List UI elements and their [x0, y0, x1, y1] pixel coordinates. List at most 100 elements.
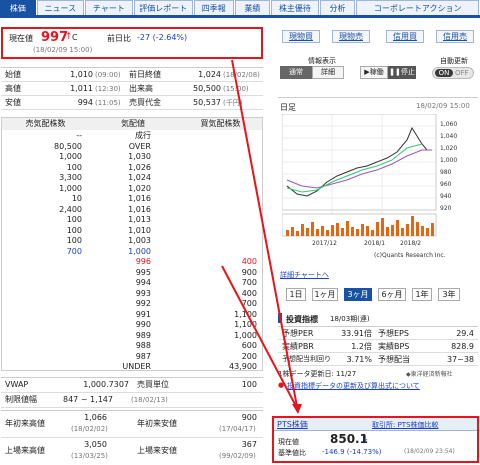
tab-analysis[interactable]: 分析 — [319, 0, 356, 15]
quote-price: 987 — [135, 351, 151, 361]
period-1m-button[interactable]: 1ヶ月 — [312, 288, 338, 301]
tab-news[interactable]: ニュース — [36, 0, 85, 15]
per-value: 33.91倍 — [341, 329, 372, 338]
per-label: 予想PER — [282, 329, 314, 338]
sell-qty-header: 売気配株数 — [25, 119, 66, 128]
normal-view-button[interactable]: 通常 — [280, 66, 312, 79]
vwap-row: VWAP 1,000.7307 売買単位 100 — [1, 378, 263, 393]
auto-update-label: 自動更新 — [440, 57, 468, 65]
chart-date: 18/02/09 15:00 — [416, 102, 470, 110]
quote-price: 1,026 — [128, 162, 151, 172]
daily-chart-panel: 日足 18/02/09 15:00 1,060 1,040 1,020 1,00… — [278, 97, 478, 279]
pbr-label: 実績PBR — [282, 342, 314, 351]
cash-sell-button[interactable]: 現物売 — [332, 30, 370, 43]
buy-qty: 200 — [241, 351, 257, 361]
detail-chart-link[interactable]: 詳細チャートへ — [280, 270, 329, 280]
period-6m-button[interactable]: 6ヶ月 — [378, 288, 406, 301]
volume-bar — [306, 228, 309, 236]
quote-price: 1,003 — [128, 236, 151, 245]
y-tick: 1,060 — [440, 121, 457, 128]
quote-price: OVER — [128, 141, 151, 151]
margin-buy-button[interactable]: 信用買 — [386, 30, 424, 43]
period-1y-button[interactable]: 1年 — [412, 288, 432, 301]
info-display-label: 情報表示 — [308, 57, 336, 65]
pts-title-link[interactable]: PTS株価 — [277, 419, 308, 430]
info-icon: ● — [278, 381, 285, 389]
bps-value: 828.9 — [451, 342, 474, 351]
quote-price: 991 — [135, 309, 151, 319]
price-header: 気配値 — [121, 119, 145, 128]
order-book-row: 988 600 — [2, 340, 262, 351]
pts-compare-link[interactable]: 取引所: PTS株価比較 — [372, 420, 439, 430]
ytd-low-date: (17/04/17) — [219, 425, 256, 433]
y-tick: 1,040 — [440, 133, 457, 140]
order-book-row: 989 1,000 — [2, 330, 262, 341]
prev-close-date: (18/02/08) — [223, 71, 260, 79]
y-tick: 1,020 — [440, 145, 457, 152]
order-book-row: 1,000 1,020 — [2, 183, 262, 194]
tab-benefits[interactable]: 株主優待 — [271, 0, 319, 15]
order-book-row: 992 700 — [2, 298, 262, 309]
price-chart[interactable]: 1,060 1,040 1,020 1,000 980 960 940 920 … — [282, 114, 478, 268]
x-tick: 2018/1 — [364, 240, 385, 247]
volume-value: 50,500 — [193, 84, 221, 93]
volume-bar — [401, 228, 404, 236]
buy-qty: 400 — [241, 257, 257, 266]
order-book-row: 987 200 — [2, 351, 262, 362]
period-3m-button[interactable]: 3ヶ月 — [344, 288, 372, 301]
quote-price: 992 — [135, 299, 151, 308]
volume-bar — [336, 223, 339, 236]
order-book-row: 996 400 — [2, 256, 262, 267]
alltime-low-label: 上場来安値 — [137, 446, 177, 455]
open-label: 始値 — [5, 70, 21, 79]
volume-bar — [396, 220, 399, 236]
open-value: 1,010 — [70, 70, 93, 79]
quote-price: 1,016 — [128, 204, 151, 214]
quote-price: 1,013 — [128, 215, 151, 224]
order-book-row: 990 1,100 — [2, 319, 262, 330]
order-book-row: 995 900 — [2, 267, 262, 278]
sell-qty: 100 — [66, 162, 82, 172]
tab-report[interactable]: 評価レポート — [133, 0, 193, 15]
volume-bar — [381, 218, 384, 236]
tab-shikiho[interactable]: 四季報 — [193, 0, 234, 15]
vwap-value: 1,000.7307 — [83, 380, 129, 389]
chart-title: 日足 — [280, 103, 296, 112]
auto-update-toggle[interactable]: ON OFF — [432, 67, 474, 79]
quote-price: 1,000 — [128, 246, 151, 256]
low-value: 994 — [77, 98, 93, 107]
eps-value: 29.4 — [456, 329, 474, 338]
change-label: 前日比 — [107, 34, 131, 43]
indicators-info-link[interactable]: 投資指標データの更新及び算出式について — [287, 381, 420, 391]
tab-chart[interactable]: チャート — [85, 0, 133, 15]
order-book-row: 991 1,100 — [2, 309, 262, 320]
tab-results[interactable]: 業績 — [234, 0, 271, 15]
period-1d-button[interactable]: 1日 — [286, 288, 306, 301]
open-time: (09:00) — [95, 71, 121, 79]
volume-bar — [391, 225, 394, 236]
margin-sell-button[interactable]: 信用売 — [436, 30, 474, 43]
y-tick: 960 — [440, 181, 452, 188]
alltime-low-date: (99/02/09) — [219, 452, 256, 460]
tab-stock[interactable]: 株価 — [0, 0, 36, 15]
quote-price: 993 — [135, 288, 151, 298]
alltime-high-label: 上場来高値 — [5, 446, 45, 455]
quote-price: 989 — [135, 330, 151, 340]
play-button[interactable]: ▶稼働 — [360, 66, 388, 79]
price-limit-label: 制限値幅 — [5, 395, 37, 404]
alltime-low-value: 367 — [241, 440, 257, 449]
prev-close-label: 前日終値 — [129, 70, 161, 79]
stats-row: 高値 1,011 (12:30) 出来高 50,500 (15:00) — [1, 82, 263, 96]
extra-info-table: VWAP 1,000.7307 売買単位 100 制限値幅 847 ~ 1,14… — [1, 377, 263, 408]
tab-corporate-action[interactable]: コーポレートアクション — [356, 0, 479, 15]
high-label: 高値 — [5, 84, 21, 93]
cash-buy-button[interactable]: 現物買 — [282, 30, 320, 43]
volume-bar — [341, 228, 344, 236]
order-book-row: 100 1,003 — [2, 235, 262, 246]
order-book-row: -- 成行 — [2, 130, 262, 141]
sell-qty: 1,000 — [59, 183, 82, 193]
period-3y-button[interactable]: 3年 — [438, 288, 460, 301]
detail-view-button[interactable]: 詳細 — [312, 66, 344, 79]
quote-price: 1,016 — [128, 194, 151, 203]
stop-button[interactable]: ❚❚停止 — [388, 66, 416, 79]
